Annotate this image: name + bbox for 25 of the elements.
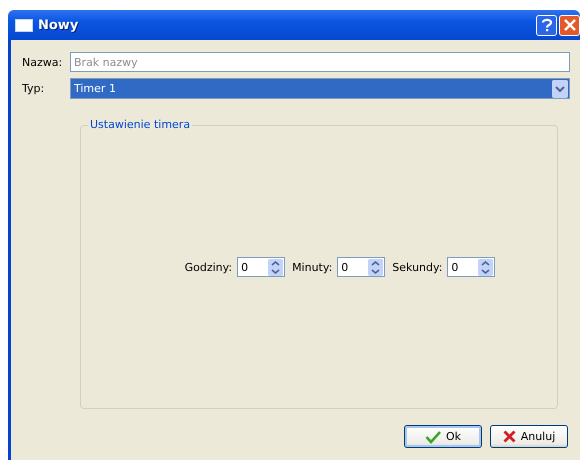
cancel-button[interactable]: Anuluj — [490, 425, 568, 448]
window-title: Nowy — [38, 18, 78, 32]
close-button[interactable] — [559, 14, 580, 36]
up-down-arrows-icon — [268, 258, 284, 276]
spinner-label: Minuty: — [292, 260, 332, 274]
window-icon — [15, 18, 33, 32]
checkmark-icon — [424, 430, 441, 444]
field-label: Typ: — [22, 82, 46, 95]
group-title: Ustawienie timera — [88, 118, 192, 131]
spinner-label: Godziny: — [184, 260, 232, 274]
name-field[interactable]: Brak nazwy — [70, 52, 570, 72]
up-down-arrows-icon — [478, 258, 494, 276]
close-icon — [564, 19, 576, 31]
field-label: Nazwa: — [22, 56, 64, 68]
number-spinner[interactable]: 0 — [447, 257, 496, 277]
number-spinner[interactable]: 0 — [337, 257, 386, 277]
spinner-label: Sekundy: — [392, 260, 442, 274]
x-icon — [502, 430, 516, 443]
ok-button[interactable]: Ok — [404, 425, 482, 448]
help-button[interactable] — [536, 14, 557, 36]
type-dropdown[interactable]: Timer 1 — [70, 78, 570, 99]
up-down-arrows-icon — [368, 258, 384, 276]
chevron-down-icon — [552, 80, 568, 98]
number-spinner[interactable]: 0 — [237, 257, 286, 277]
help-icon — [540, 18, 552, 32]
